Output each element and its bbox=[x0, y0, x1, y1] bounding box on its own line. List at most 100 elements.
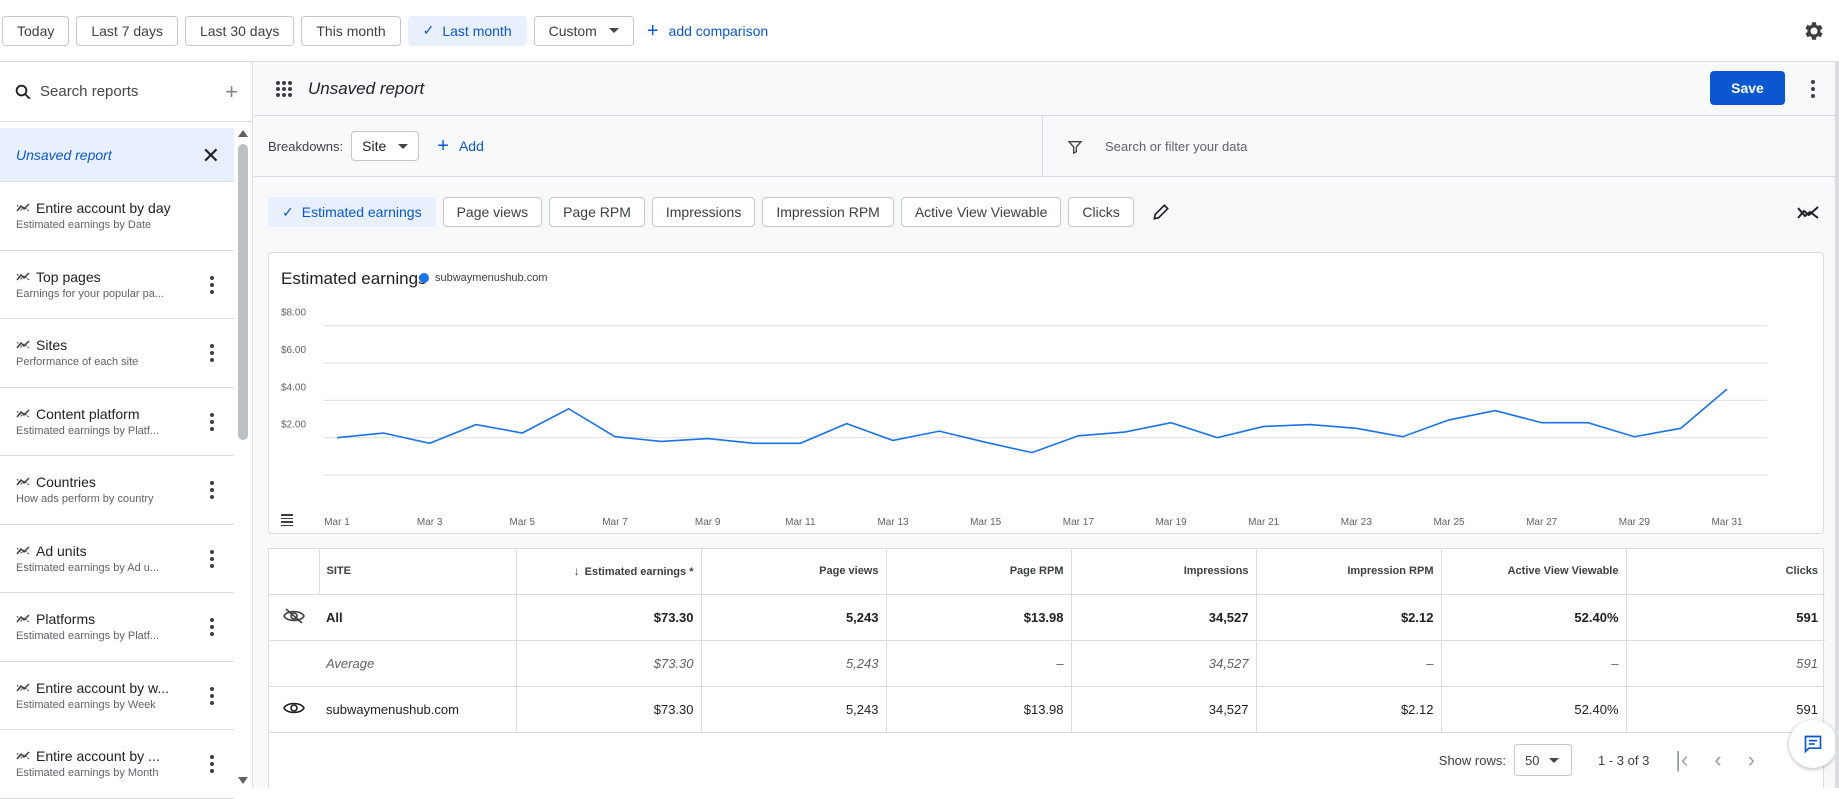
more-vert-icon[interactable] bbox=[210, 618, 214, 639]
close-icon[interactable]: ✕ bbox=[202, 143, 220, 169]
more-vert-icon[interactable] bbox=[210, 481, 214, 502]
next-page-icon[interactable]: › bbox=[1748, 747, 1755, 773]
metric-chip-page-views[interactable]: Page views bbox=[443, 197, 543, 227]
column-header-label: Page views bbox=[819, 565, 878, 577]
metric-chip-clicks[interactable]: Clicks bbox=[1068, 197, 1133, 227]
feedback-chat-icon bbox=[1803, 734, 1823, 754]
x-tick-label: Mar 9 bbox=[695, 517, 721, 528]
sidebar-item-title-row: Entire account by day bbox=[16, 200, 176, 216]
sidebar-item-text: Entire account by w...Estimated earnings… bbox=[16, 680, 176, 711]
breakdown-site-select[interactable]: Site bbox=[351, 131, 419, 161]
metric-chip-label: Page RPM bbox=[563, 204, 631, 220]
trend-icon bbox=[16, 272, 30, 282]
date-filter-last-7-days[interactable]: Last 7 days bbox=[76, 16, 178, 46]
sidebar-item-unsaved-report[interactable]: Unsaved report ✕ bbox=[0, 128, 234, 182]
sidebar-item-report[interactable]: Content platformEstimated earnings by Pl… bbox=[0, 388, 234, 457]
column-header[interactable]: Page RPM bbox=[886, 549, 1071, 594]
table-header-icon-col bbox=[269, 549, 319, 594]
column-header[interactable]: SITE bbox=[319, 549, 516, 594]
date-filter-label: Custom bbox=[549, 23, 597, 39]
table-cell: 591 bbox=[1626, 594, 1825, 640]
table-cell: 34,527 bbox=[1071, 640, 1256, 686]
add-comparison-button[interactable]: + add comparison bbox=[647, 21, 768, 41]
filter-section[interactable]: Search or filter your data bbox=[1042, 116, 1818, 177]
column-header[interactable]: Clicks bbox=[1626, 549, 1825, 594]
sidebar-item-label: Entire account by day bbox=[36, 200, 171, 216]
date-filter-last-month[interactable]: ✓Last month bbox=[408, 16, 527, 46]
rows-per-page-value: 50 bbox=[1525, 753, 1539, 768]
sidebar-item-report[interactable]: SitesPerformance of each site bbox=[0, 319, 234, 388]
date-filter-today[interactable]: Today bbox=[2, 16, 69, 46]
add-breakdown-button[interactable]: + Add bbox=[437, 136, 484, 156]
visibility-off-icon[interactable] bbox=[283, 608, 305, 624]
chart-table-toggle-icon[interactable] bbox=[281, 514, 293, 528]
chevron-down-icon bbox=[1549, 758, 1559, 763]
edit-pencil-icon[interactable] bbox=[1151, 202, 1171, 222]
scroll-thumb[interactable] bbox=[238, 144, 248, 440]
trend-chart-icon[interactable] bbox=[1797, 205, 1819, 221]
column-header[interactable]: ↓Estimated earnings * bbox=[516, 549, 701, 594]
save-button[interactable]: Save bbox=[1710, 71, 1785, 105]
metric-chip-page-rpm[interactable]: Page RPM bbox=[549, 197, 645, 227]
prev-page-icon[interactable]: ‹ bbox=[1714, 747, 1721, 773]
sidebar-item-report[interactable]: Entire account by dayEstimated earnings … bbox=[0, 182, 234, 251]
check-icon: ✓ bbox=[282, 204, 294, 221]
page-scrollbar[interactable] bbox=[1835, 62, 1839, 788]
metric-chip-impression-rpm[interactable]: Impression RPM bbox=[762, 197, 893, 227]
sidebar-scrollbar[interactable] bbox=[236, 128, 250, 788]
row-visibility-cell bbox=[269, 686, 319, 732]
pagination: Show rows: 50 1 - 3 of 3 |‹ ‹ › bbox=[269, 735, 1825, 785]
more-vert-icon[interactable] bbox=[210, 755, 214, 776]
sidebar-item-text: Entire account by ...Estimated earnings … bbox=[16, 748, 176, 779]
more-vert-icon[interactable] bbox=[210, 413, 214, 434]
more-vert-icon[interactable] bbox=[210, 550, 214, 571]
sidebar-item-report[interactable]: PlatformsEstimated earnings by Platf... bbox=[0, 593, 234, 662]
sidebar-item-report[interactable]: Top pagesEarnings for your popular pa... bbox=[0, 251, 234, 320]
x-tick-label: Mar 15 bbox=[970, 517, 1002, 528]
new-report-plus-icon[interactable]: + bbox=[225, 79, 238, 105]
first-page-icon[interactable]: |‹ bbox=[1675, 747, 1688, 773]
sidebar-item-report[interactable]: Entire account by ...Estimated earnings … bbox=[0, 730, 234, 799]
table-row: subwaymenushub.com$73.305,243$13.9834,52… bbox=[269, 686, 1825, 732]
rows-per-page-select[interactable]: 50 bbox=[1514, 744, 1572, 776]
feedback-button[interactable] bbox=[1789, 720, 1837, 768]
table-cell: $2.12 bbox=[1256, 594, 1441, 640]
date-filter-custom[interactable]: Custom bbox=[534, 16, 634, 46]
date-filter-last-30-days[interactable]: Last 30 days bbox=[185, 16, 294, 46]
more-vert-icon[interactable] bbox=[210, 276, 214, 297]
sidebar-item-desc: Estimated earnings by Ad u... bbox=[16, 562, 176, 574]
more-vert-icon[interactable] bbox=[1811, 80, 1815, 101]
more-vert-icon[interactable] bbox=[210, 687, 214, 708]
sidebar-item-report[interactable]: Entire account by w...Estimated earnings… bbox=[0, 662, 234, 731]
search-reports-input[interactable]: Search reports bbox=[40, 83, 225, 100]
sort-arrow-down-icon: ↓ bbox=[574, 564, 580, 578]
x-tick-label: Mar 19 bbox=[1155, 517, 1187, 528]
column-header[interactable]: Page views bbox=[701, 549, 886, 594]
sidebar-item-label: Countries bbox=[36, 474, 96, 490]
settings-gear-icon[interactable] bbox=[1801, 19, 1825, 43]
column-header[interactable]: Active View Viewable bbox=[1441, 549, 1626, 594]
sidebar-item-report[interactable]: Ad unitsEstimated earnings by Ad u... bbox=[0, 525, 234, 594]
metric-chip-estimated-earnings[interactable]: ✓Estimated earnings bbox=[268, 197, 436, 227]
sidebar-item-report[interactable]: CountriesHow ads perform by country bbox=[0, 456, 234, 525]
x-tick-label: Mar 3 bbox=[417, 517, 443, 528]
column-header[interactable]: Impression RPM bbox=[1256, 549, 1441, 594]
search-reports[interactable]: Search reports + bbox=[0, 62, 252, 122]
scroll-up-arrow-icon[interactable] bbox=[238, 130, 248, 137]
apps-grid-icon[interactable] bbox=[276, 81, 292, 97]
more-vert-icon[interactable] bbox=[210, 344, 214, 365]
column-header[interactable]: Impressions bbox=[1071, 549, 1256, 594]
plus-icon: + bbox=[647, 21, 659, 41]
metric-chip-active-view-viewable[interactable]: Active View Viewable bbox=[901, 197, 1062, 227]
sidebar-item-title-row: Entire account by w... bbox=[16, 680, 176, 696]
filter-input[interactable]: Search or filter your data bbox=[1105, 139, 1247, 154]
column-header-label: Active View Viewable bbox=[1508, 565, 1619, 577]
table-cell: $13.98 bbox=[886, 594, 1071, 640]
scroll-down-arrow-icon[interactable] bbox=[238, 777, 248, 784]
date-filter-label: Last 30 days bbox=[200, 23, 279, 39]
x-tick-label: Mar 1 bbox=[324, 517, 350, 528]
visibility-icon[interactable] bbox=[283, 700, 305, 716]
report-title[interactable]: Unsaved report bbox=[308, 79, 424, 99]
metric-chip-impressions[interactable]: Impressions bbox=[652, 197, 755, 227]
date-filter-this-month[interactable]: This month bbox=[301, 16, 400, 46]
